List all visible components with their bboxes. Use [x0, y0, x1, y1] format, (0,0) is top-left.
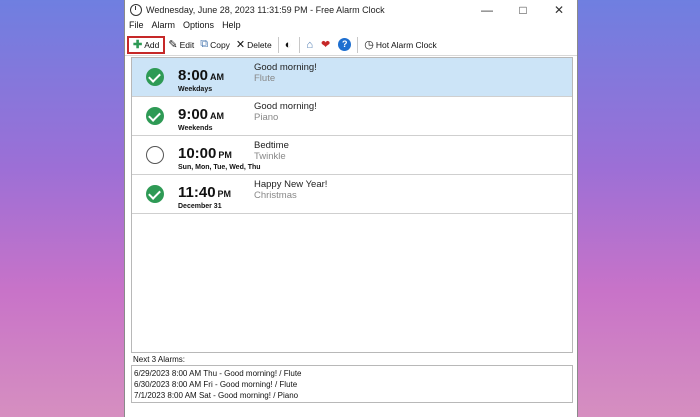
plus-icon: ✚ [133, 39, 143, 51]
alarm-days: Weekdays [178, 86, 213, 93]
toolbar-separator [299, 36, 301, 53]
alarm-days: Sun, Mon, Tue, Wed, Thu [178, 164, 261, 171]
alarm-days: December 31 [178, 203, 222, 210]
alarm-days: Weekends [178, 125, 213, 132]
edit-button[interactable]: ✎ Edit [165, 36, 197, 54]
copy-label: Copy [210, 39, 230, 50]
alarm-sound: Christmas [254, 190, 297, 201]
alarm-time: 10:00 PM [178, 145, 232, 162]
alarm-row[interactable]: 8:00 AM Weekdays Good morning! Flute [132, 58, 572, 97]
alarm-time: 9:00 AM [178, 106, 225, 123]
enabled-check-icon[interactable] [146, 107, 164, 125]
help-icon: ? [338, 38, 352, 51]
alarm-message: Good morning! [254, 62, 317, 73]
edit-icon: ✎ [168, 39, 178, 51]
menu-alarm[interactable]: Alarm [152, 20, 176, 34]
clock-icon: ◷ [364, 39, 374, 51]
delete-icon: ✕ [235, 39, 246, 51]
alarm-row[interactable]: 11:40 PM December 31 Happy New Year! Chri… [132, 175, 572, 214]
alarm-list[interactable]: 8:00 AM Weekdays Good morning! Flute 9:00… [131, 57, 573, 353]
close-button[interactable]: ✕ [541, 0, 577, 20]
enabled-check-icon[interactable] [146, 68, 164, 86]
alarm-message: Happy New Year! [254, 179, 328, 190]
help-button[interactable]: ? [335, 36, 354, 54]
hot-alarm-clock-button[interactable]: ◷ Hot Alarm Clock [361, 36, 440, 54]
window-title: Wednesday, June 28, 2023 11:31:59 PM - F… [146, 5, 385, 15]
alarm-message: Bedtime [254, 140, 289, 151]
hot-alarm-clock-label: Hot Alarm Clock [375, 39, 437, 50]
home-button[interactable]: ⌂ [303, 36, 318, 54]
toolbar-separator [357, 36, 359, 53]
alarm-sound: Flute [254, 73, 276, 84]
alarm-time: 8:00 AM [178, 67, 225, 84]
enabled-check-icon[interactable] [146, 185, 164, 203]
disabled-circle-icon[interactable] [146, 146, 164, 164]
alarm-message: Good morning! [254, 101, 317, 112]
alarm-row[interactable]: 9:00 AM Weekends Good morning! Piano [132, 97, 572, 136]
alarm-sound: Piano [254, 112, 279, 123]
next-alarms-list: 6/29/2023 8:00 AM Thu - Good morning! / … [131, 365, 573, 403]
alarm-time: 11:40 PM [178, 184, 232, 201]
delete-button[interactable]: ✕ Delete [233, 36, 275, 54]
menu-bar: File Alarm Options Help [125, 20, 577, 34]
maximize-button[interactable]: □ [505, 0, 541, 20]
donate-button[interactable]: ❤ [318, 36, 335, 54]
edit-label: Edit [179, 39, 195, 50]
copy-icon: ⧉ [200, 38, 209, 50]
theme-toggle-button[interactable]: ◐ [282, 36, 297, 54]
alarm-clock-icon [130, 4, 142, 16]
menu-options[interactable]: Options [183, 20, 214, 34]
delete-label: Delete [247, 39, 272, 50]
alarm-sound: Twinkle [254, 151, 286, 162]
copy-button[interactable]: ⧉ Copy [197, 36, 233, 54]
add-label: Add [144, 39, 160, 50]
heart-icon: ❤ [321, 39, 331, 51]
contrast-icon: ◐ [284, 38, 292, 51]
title-bar: Wednesday, June 28, 2023 11:31:59 PM - F… [125, 0, 577, 20]
menu-file[interactable]: File [129, 20, 144, 34]
menu-help[interactable]: Help [222, 20, 241, 34]
toolbar-separator [277, 36, 279, 53]
next-alarm-item: 6/30/2023 8:00 AM Fri - Good morning! / … [134, 380, 298, 389]
next-alarm-item: 7/1/2023 8:00 AM Sat - Good morning! / P… [134, 391, 299, 400]
next-alarm-item: 6/29/2023 8:00 AM Thu - Good morning! / … [134, 369, 302, 378]
add-button[interactable]: ✚ Add [127, 35, 166, 54]
alarm-row[interactable]: 10:00 PM Sun, Mon, Tue, Wed, Thu Bedtime … [132, 136, 572, 175]
app-window: Wednesday, June 28, 2023 11:31:59 PM - F… [124, 0, 578, 417]
home-icon: ⌂ [306, 38, 314, 51]
next-alarms-label: Next 3 Alarms: [133, 355, 186, 364]
toolbar: ✚ Add ✎ Edit ⧉ Copy ✕ Delete ◐ ⌂ ❤ ? ◷ H… [125, 34, 577, 56]
minimize-button[interactable]: — [469, 0, 505, 20]
